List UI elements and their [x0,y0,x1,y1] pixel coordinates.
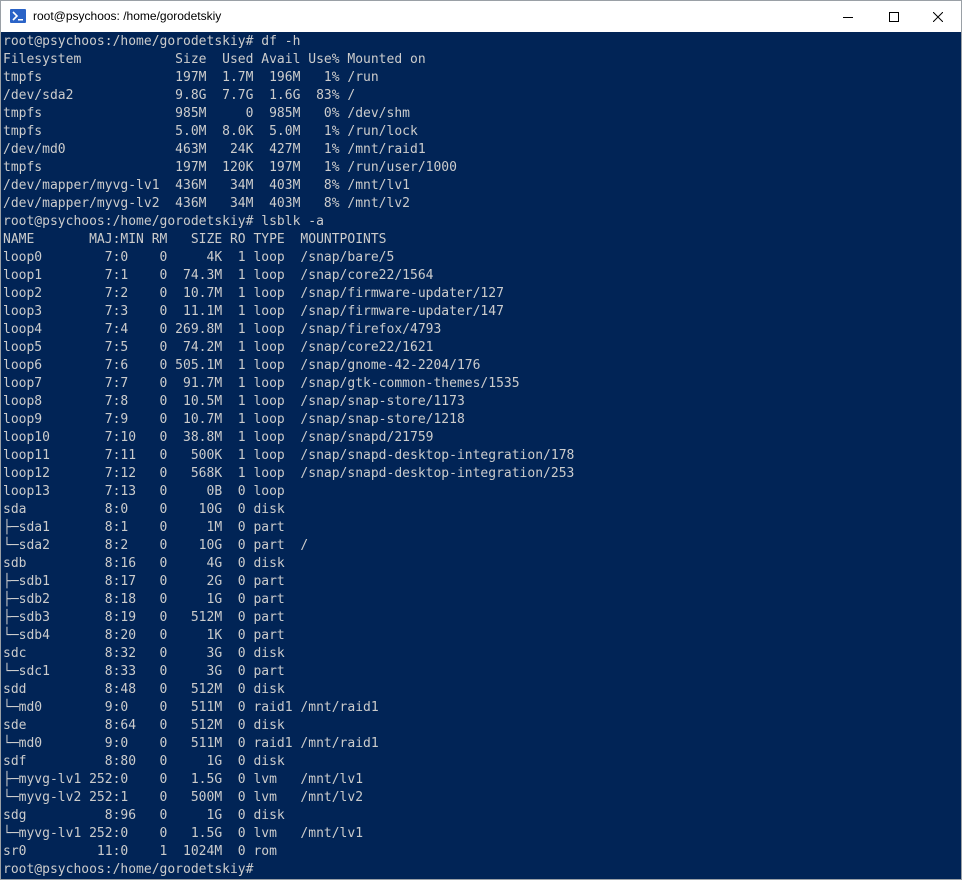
terminal-line: loop2 7:2 0 10.7M 1 loop /snap/firmware-… [3,286,504,301]
terminal-line: loop7 7:7 0 91.7M 1 loop /snap/gtk-commo… [3,376,520,391]
minimize-button[interactable] [825,1,871,32]
terminal-line: ├─sdb2 8:18 0 1G 0 part [3,592,285,607]
terminal-line: ├─sdb3 8:19 0 512M 0 part [3,610,285,625]
terminal-line: root@psychoos:/home/gorodetskiy# [3,862,254,877]
title-bar[interactable]: root@psychoos: /home/gorodetskiy [1,1,961,32]
powershell-icon [10,8,26,24]
terminal-line: loop1 7:1 0 74.3M 1 loop /snap/core22/15… [3,268,434,283]
terminal-line: root@psychoos:/home/gorodetskiy# df -h [3,34,301,49]
terminal-line: /dev/md0 463M 24K 427M 1% /mnt/raid1 [3,142,426,157]
terminal-line: loop5 7:5 0 74.2M 1 loop /snap/core22/16… [3,340,434,355]
terminal-output[interactable]: root@psychoos:/home/gorodetskiy# df -h F… [2,32,944,879]
window-title: root@psychoos: /home/gorodetskiy [33,9,222,23]
terminal-line: sr0 11:0 1 1024M 0 rom [3,844,277,859]
terminal-line: └─md0 9:0 0 511M 0 raid1 /mnt/raid1 [3,736,379,751]
terminal-line: tmpfs 197M 1.7M 196M 1% /run [3,70,379,85]
terminal-line: └─md0 9:0 0 511M 0 raid1 /mnt/raid1 [3,700,379,715]
terminal-line: loop3 7:3 0 11.1M 1 loop /snap/firmware-… [3,304,504,319]
terminal-line: /dev/mapper/myvg-lv2 436M 34M 403M 8% /m… [3,196,410,211]
close-icon [933,11,943,22]
terminal-line: tmpfs 5.0M 8.0K 5.0M 1% /run/lock [3,124,418,139]
terminal-line: loop9 7:9 0 10.7M 1 loop /snap/snap-stor… [3,412,465,427]
terminal-line: tmpfs 197M 120K 197M 1% /run/user/1000 [3,160,457,175]
terminal-line: loop8 7:8 0 10.5M 1 loop /snap/snap-stor… [3,394,465,409]
terminal-line: └─myvg-lv2 252:1 0 500M 0 lvm /mnt/lv2 [3,790,364,805]
terminal-line: loop6 7:6 0 505.1M 1 loop /snap/gnome-42… [3,358,481,373]
terminal-line: └─sda2 8:2 0 10G 0 part / [3,538,309,553]
terminal-text: root@psychoos:/home/gorodetskiy# df -h F… [2,32,944,879]
terminal-line: sdc 8:32 0 3G 0 disk [3,646,285,661]
terminal-line: Filesystem Size Used Avail Use% Mounted … [3,52,426,67]
terminal-line: sde 8:64 0 512M 0 disk [3,718,285,733]
terminal-window: root@psychoos: /home/gorodetskiy root@ps… [0,0,962,880]
scrollbar[interactable] [944,32,961,879]
terminal-line: sdd 8:48 0 512M 0 disk [3,682,285,697]
terminal-line: /dev/mapper/myvg-lv1 436M 34M 403M 8% /m… [3,178,410,193]
maximize-button[interactable] [871,1,917,32]
maximize-icon [889,11,899,22]
terminal-line: loop11 7:11 0 500K 1 loop /snap/snapd-de… [3,448,575,463]
terminal-line: loop13 7:13 0 0B 0 loop [3,484,285,499]
terminal-line: NAME MAJ:MIN RM SIZE RO TYPE MOUNTPOINTS [3,232,387,247]
terminal-line: loop12 7:12 0 568K 1 loop /snap/snapd-de… [3,466,575,481]
terminal-line: loop10 7:10 0 38.8M 1 loop /snap/snapd/2… [3,430,434,445]
close-button[interactable] [915,1,961,32]
terminal-line: └─myvg-lv1 252:0 0 1.5G 0 lvm /mnt/lv1 [3,826,364,841]
terminal-line: sda 8:0 0 10G 0 disk [3,502,285,517]
terminal-line: sdf 8:80 0 1G 0 disk [3,754,285,769]
terminal-line: ├─myvg-lv1 252:0 0 1.5G 0 lvm /mnt/lv1 [3,772,364,787]
terminal-line: ├─sdb1 8:17 0 2G 0 part [3,574,285,589]
terminal-line: sdb 8:16 0 4G 0 disk [3,556,285,571]
terminal-line: root@psychoos:/home/gorodetskiy# lsblk -… [3,214,324,229]
terminal-line: ├─sda1 8:1 0 1M 0 part [3,520,285,535]
terminal-line: tmpfs 985M 0 985M 0% /dev/shm [3,106,410,121]
terminal-line: └─sdc1 8:33 0 3G 0 part [3,664,285,679]
minimize-icon [843,12,853,22]
terminal-line: loop4 7:4 0 269.8M 1 loop /snap/firefox/… [3,322,442,337]
terminal-line: loop0 7:0 0 4K 1 loop /snap/bare/5 [3,250,395,265]
terminal-line: └─sdb4 8:20 0 1K 0 part [3,628,285,643]
terminal-line: sdg 8:96 0 1G 0 disk [3,808,285,823]
terminal-line: /dev/sda2 9.8G 7.7G 1.6G 83% / [3,88,356,103]
